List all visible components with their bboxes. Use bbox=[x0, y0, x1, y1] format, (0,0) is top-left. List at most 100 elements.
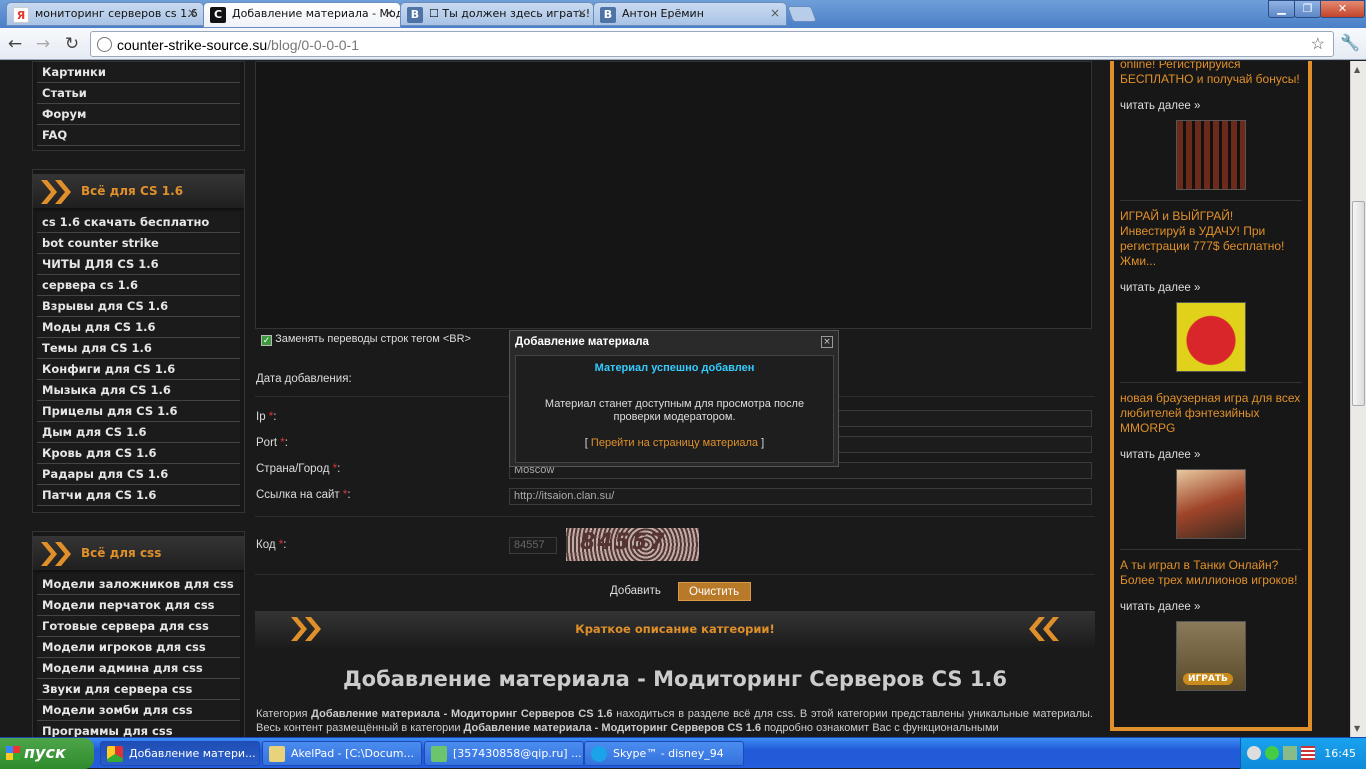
start-button[interactable]: пуск bbox=[0, 738, 94, 769]
forward-icon[interactable]: → bbox=[32, 33, 54, 55]
maximize-button[interactable]: ❐ bbox=[1294, 0, 1321, 18]
colon: : bbox=[284, 437, 288, 449]
sidebar-item-pictures[interactable]: Картинки bbox=[37, 62, 240, 83]
sidebar-item-css-6[interactable]: Модели зомби для css bbox=[37, 700, 240, 721]
category-description: Категория Добавление материала - Модитор… bbox=[256, 707, 1093, 735]
colon: : bbox=[337, 463, 341, 475]
scrollbar-thumb[interactable] bbox=[1352, 201, 1365, 406]
sidebar-item-cs16-1[interactable]: bot counter strike bbox=[37, 233, 240, 254]
tab-add-material[interactable]: C Добавление материала - Мод × bbox=[203, 2, 401, 28]
tab-vk-play[interactable]: B ☐ Ты должен здесь играть! × bbox=[400, 2, 594, 26]
sidebar-item-articles[interactable]: Статьи bbox=[37, 83, 240, 104]
sidebar-item-cs16-7[interactable]: Конфиги для CS 1.6 bbox=[37, 359, 240, 380]
sidebar-item-cs16-12[interactable]: Радары для CS 1.6 bbox=[37, 464, 240, 485]
add-button[interactable]: Добавить bbox=[600, 582, 671, 601]
sidebar-item-cs16-5[interactable]: Моды для CS 1.6 bbox=[37, 317, 240, 338]
code-field[interactable]: 84557 bbox=[509, 537, 557, 554]
cs16-menu-list: cs 1.6 скачать бесплатно bot counter stri… bbox=[33, 212, 244, 506]
ad-text[interactable]: новая браузерная игра для всех любителей… bbox=[1120, 391, 1302, 436]
sidebar-item-cs16-11[interactable]: Кровь для CS 1.6 bbox=[37, 443, 240, 464]
read-more-link[interactable]: читать далее » bbox=[1120, 100, 1302, 112]
close-icon[interactable]: × bbox=[577, 6, 587, 20]
br-checkbox[interactable]: ✓ bbox=[261, 335, 272, 346]
sidebar-item-css-5[interactable]: Звуки для сервера css bbox=[37, 679, 240, 700]
ad-item: online! Регистрируйся БЕСПЛАТНО и получа… bbox=[1114, 61, 1308, 201]
task-qip[interactable]: [357430858@qip.ru] ... bbox=[424, 741, 584, 766]
close-icon[interactable]: × bbox=[821, 336, 833, 348]
back-icon[interactable]: ← bbox=[4, 33, 26, 55]
maze-game-thumbnail[interactable] bbox=[1176, 120, 1246, 190]
scroll-down-icon[interactable]: ▼ bbox=[1354, 724, 1360, 733]
sidebar-item-cs16-3[interactable]: сервера cs 1.6 bbox=[37, 275, 240, 296]
clear-button[interactable]: Очистить bbox=[678, 582, 751, 601]
read-more-link[interactable]: читать далее » bbox=[1120, 449, 1302, 461]
sidebar-item-cs16-0[interactable]: cs 1.6 скачать бесплатно bbox=[37, 212, 240, 233]
back-tray-icon[interactable] bbox=[1247, 746, 1261, 760]
colon: : bbox=[347, 489, 351, 501]
task-akelpad[interactable]: AkelPad - [C:\Docum... bbox=[262, 741, 422, 766]
task-skype[interactable]: Skype™ - disney_94 bbox=[584, 741, 744, 766]
language-flag-icon[interactable] bbox=[1301, 746, 1315, 760]
ad-text[interactable]: online! Регистрируйся БЕСПЛАТНО и получа… bbox=[1120, 61, 1302, 87]
tab-monitoring[interactable]: Я мониторинг серверов cs 1.6 × bbox=[6, 2, 204, 26]
windows-taskbar: пуск Добавление матери... AkelPad - [C:\… bbox=[0, 737, 1366, 769]
desc-bold: Добавление материала - Модиторинг Сервер… bbox=[311, 708, 613, 720]
close-icon[interactable]: × bbox=[384, 6, 394, 20]
play-badge[interactable]: ИГРАТЬ bbox=[1183, 673, 1233, 685]
city-label: Страна/Город *: bbox=[256, 463, 340, 475]
window-close-button[interactable]: ✕ bbox=[1320, 0, 1365, 18]
sidebar-item-cs16-10[interactable]: Дым для CS 1.6 bbox=[37, 422, 240, 443]
sidebar-item-cs16-6[interactable]: Темы для CS 1.6 bbox=[37, 338, 240, 359]
security-icon[interactable] bbox=[1283, 746, 1297, 760]
date-label: Дата добавления: bbox=[256, 373, 352, 385]
sidebar-item-css-0[interactable]: Модели заложников для css bbox=[37, 574, 240, 595]
sidebar-item-css-7[interactable]: Программы для css bbox=[37, 721, 240, 737]
read-more-link[interactable]: читать далее » bbox=[1120, 601, 1302, 613]
vertical-scrollbar[interactable]: ▲ ▼ bbox=[1350, 61, 1366, 737]
sidebar-item-cs16-13[interactable]: Патчи для CS 1.6 bbox=[37, 485, 240, 506]
ad-text[interactable]: А ты играл в Танки Онлайн? Более трех ми… bbox=[1120, 558, 1302, 588]
task-chrome[interactable]: Добавление матери... bbox=[100, 741, 260, 766]
ip-label: Ip *: bbox=[256, 411, 276, 423]
ip-label-text: Ip bbox=[256, 411, 266, 423]
warrior-thumbnail[interactable] bbox=[1176, 469, 1246, 539]
ad-item: новая браузерная игра для всех любителей… bbox=[1114, 391, 1308, 550]
css-menu-header: Всё для css bbox=[33, 536, 244, 572]
network-icon[interactable] bbox=[1265, 746, 1279, 760]
sidebar-item-css-1[interactable]: Модели перчаток для css bbox=[37, 595, 240, 616]
ad-text[interactable]: ИГРАЙ и ВЫЙГРАЙ! Инвестируй в УДАЧУ! При… bbox=[1120, 209, 1302, 269]
tab-vk-anton[interactable]: B Антон Ерёмин × bbox=[593, 2, 787, 26]
close-icon[interactable]: × bbox=[770, 6, 780, 20]
sidebar-item-forum[interactable]: Форум bbox=[37, 104, 240, 125]
close-icon[interactable]: × bbox=[187, 6, 197, 20]
start-label: пуск bbox=[24, 743, 66, 762]
ad-item: А ты играл в Танки Онлайн? Более трех ми… bbox=[1114, 558, 1308, 691]
system-tray: 16:45 bbox=[1240, 738, 1366, 769]
new-tab-button[interactable] bbox=[787, 6, 817, 22]
sidebar-item-css-3[interactable]: Модели игроков для css bbox=[37, 637, 240, 658]
address-bar[interactable]: counter-strike-source.su/blog/0-0-0-0-1 … bbox=[90, 31, 1334, 57]
tank-thumbnail[interactable]: ИГРАТЬ bbox=[1176, 621, 1246, 691]
wrench-icon[interactable]: 🔧 bbox=[1340, 33, 1360, 52]
sidebar-item-css-4[interactable]: Модели админа для css bbox=[37, 658, 240, 679]
strawberry-thumbnail[interactable] bbox=[1176, 302, 1246, 372]
sidebar-item-css-2[interactable]: Готовые сервера для css bbox=[37, 616, 240, 637]
read-more-link[interactable]: читать далее » bbox=[1120, 282, 1302, 294]
sidebar-item-faq[interactable]: FAQ bbox=[37, 125, 240, 146]
qip-icon bbox=[431, 746, 447, 762]
minimize-button[interactable]: ▁ bbox=[1268, 0, 1295, 18]
bracket: ] bbox=[758, 437, 765, 449]
sidebar-item-cs16-2[interactable]: ЧИТЫ ДЛЯ CS 1.6 bbox=[37, 254, 240, 275]
ad-item: ИГРАЙ и ВЫЙГРАЙ! Инвестируй в УДАЧУ! При… bbox=[1114, 209, 1308, 383]
sidebar-item-cs16-8[interactable]: Мызыка для CS 1.6 bbox=[37, 380, 240, 401]
bookmark-star-icon[interactable]: ☆ bbox=[1311, 34, 1325, 54]
reload-icon[interactable]: ↻ bbox=[61, 33, 83, 55]
scroll-up-icon[interactable]: ▲ bbox=[1354, 65, 1360, 74]
sidebar-item-cs16-4[interactable]: Взрывы для CS 1.6 bbox=[37, 296, 240, 317]
material-textarea[interactable] bbox=[255, 61, 1092, 329]
site-field[interactable]: http://itsaion.clan.su/ bbox=[509, 488, 1092, 505]
sidebar-item-cs16-9[interactable]: Прицелы для CS 1.6 bbox=[37, 401, 240, 422]
colon: : bbox=[283, 539, 287, 551]
go-to-material-link[interactable]: Перейти на страницу материала bbox=[591, 437, 758, 449]
